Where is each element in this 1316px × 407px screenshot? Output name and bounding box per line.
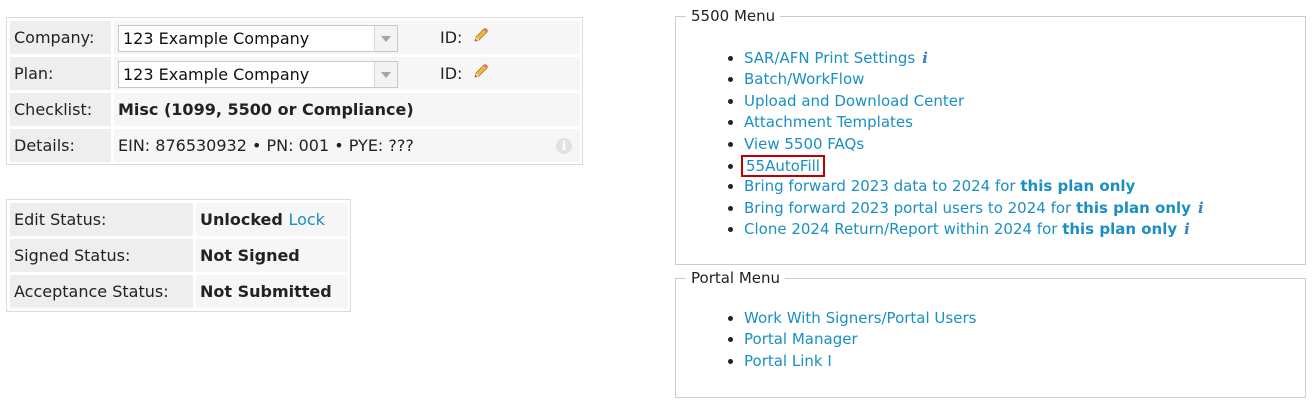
signed-status-label: Signed Status: [10,239,193,272]
menu-5500-panel: 5500 Menu SAR/AFN Print Settings i Batch/… [675,7,1306,265]
company-row: Company: 123 Example Company ID: [10,21,580,54]
list-item: Portal Link I [744,351,976,372]
info-icon[interactable]: i [1198,198,1204,219]
details-row: Details: EIN: 876530932 • PN: 001 • PYE:… [10,129,580,162]
plan-row: Plan: 123 Example Company ID: [10,57,580,90]
portal-menu-panel: Portal Menu Work With Signers/Portal Use… [675,269,1306,398]
menu-5500-list: SAR/AFN Print Settings i Batch/WorkFlow U… [730,48,1204,241]
menu-5500-legend: 5500 Menu [686,7,781,25]
list-item: Clone 2024 Return/Report within 2024 for… [744,219,1204,240]
checklist-label: Checklist: [10,93,111,126]
pencil-icon[interactable] [472,22,490,55]
list-item: Bring forward 2023 data to 2024 for this… [744,176,1204,197]
list-item: Attachment Templates [744,112,1204,133]
batch-workflow-link[interactable]: Batch/WorkFlow [744,70,864,88]
edit-status-value: Unlocked Lock [196,203,348,236]
list-item: View 5500 FAQs [744,134,1204,155]
chevron-down-icon[interactable] [374,62,397,87]
company-select[interactable]: 123 Example Company [118,25,398,52]
list-item: Bring forward 2023 portal users to 2024 … [744,198,1204,219]
details-value: EIN: 876530932 • PN: 001 • PYE: ??? i [114,129,580,162]
edit-status-text: Unlocked [200,210,283,229]
list-item: Portal Manager [744,329,976,350]
list-item: 55AutoFill [741,154,1204,177]
list-item: Batch/WorkFlow [744,69,1204,90]
pencil-icon[interactable] [472,58,490,91]
work-with-signers-link[interactable]: Work With Signers/Portal Users [744,309,976,327]
list-item: SAR/AFN Print Settings i [744,48,1204,69]
view-5500-faqs-link[interactable]: View 5500 FAQs [744,135,864,153]
acceptance-status-label: Acceptance Status: [10,275,193,308]
chevron-down-icon[interactable] [374,26,397,51]
signed-status-row: Signed Status: Not Signed [10,239,348,272]
portal-link-i-link[interactable]: Portal Link I [744,352,832,370]
clone-return-report-link[interactable]: Clone 2024 Return/Report within 2024 for… [744,220,1177,238]
company-panel: Company: 123 Example Company ID: Plan: 1… [6,17,583,165]
sar-afn-print-settings-link[interactable]: SAR/AFN Print Settings [744,49,915,67]
company-id: ID: [440,21,490,54]
company-select-value: 123 Example Company [123,29,310,48]
details-label: Details: [10,129,111,162]
acceptance-status-value: Not Submitted [196,275,348,308]
company-id-label: ID: [440,28,463,47]
attachment-templates-link[interactable]: Attachment Templates [744,113,913,131]
company-label: Company: [10,21,111,54]
acceptance-status-row: Acceptance Status: Not Submitted [10,275,348,308]
bring-forward-portal-users-link[interactable]: Bring forward 2023 portal users to 2024 … [744,199,1191,217]
edit-status-row: Edit Status: Unlocked Lock [10,203,348,236]
plan-select-value: 123 Example Company [123,65,310,84]
checklist-row: Checklist: Misc (1099, 5500 or Complianc… [10,93,580,126]
portal-menu-legend: Portal Menu [686,269,786,287]
info-icon[interactable]: i [922,48,928,69]
upload-download-center-link[interactable]: Upload and Download Center [744,92,964,110]
plan-select[interactable]: 123 Example Company [118,61,398,88]
list-item: Work With Signers/Portal Users [744,308,976,329]
portal-manager-link[interactable]: Portal Manager [744,330,858,348]
lock-link[interactable]: Lock [288,210,324,229]
plan-label: Plan: [10,57,111,90]
info-icon[interactable]: i [1184,219,1190,240]
status-panel: Edit Status: Unlocked Lock Signed Status… [6,199,351,312]
plan-id: ID: [440,57,490,90]
edit-status-label: Edit Status: [10,203,193,236]
checklist-value: Misc (1099, 5500 or Compliance) [114,93,580,126]
list-item: Upload and Download Center [744,91,1204,112]
portal-menu-list: Work With Signers/Portal Users Portal Ma… [730,308,976,372]
autofill-link[interactable]: 55AutoFill [741,154,825,177]
details-text: EIN: 876530932 • PN: 001 • PYE: ??? [118,136,414,155]
bring-forward-data-link[interactable]: Bring forward 2023 data to 2024 for this… [744,177,1135,195]
signed-status-value: Not Signed [196,239,348,272]
info-icon[interactable]: i [556,138,572,154]
plan-id-label: ID: [440,64,463,83]
